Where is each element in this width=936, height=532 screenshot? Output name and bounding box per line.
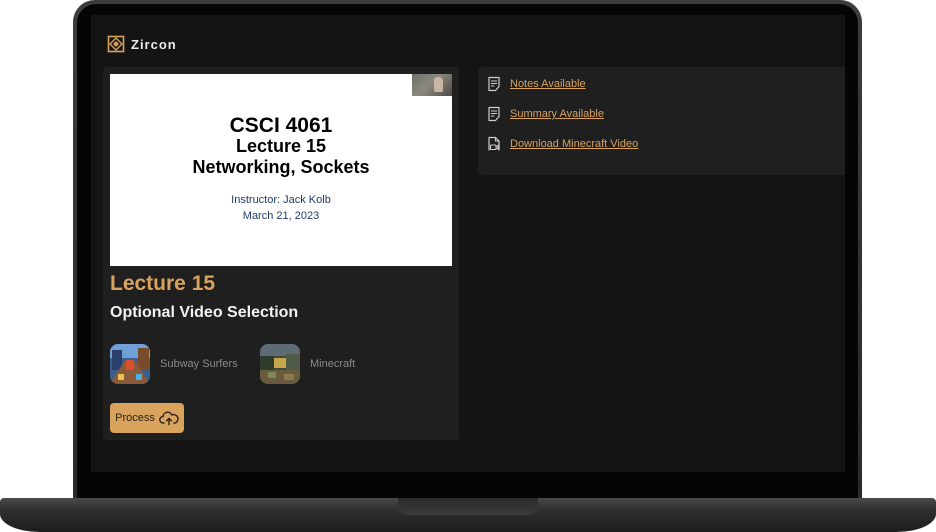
video-option-subway-surfers[interactable]: Subway Surfers <box>110 344 238 384</box>
video-selection-title: Optional Video Selection <box>110 304 299 321</box>
slide-course: CSCI 4061 <box>229 114 333 137</box>
process-button-label: Process <box>115 412 155 424</box>
resources-card: Notes Available Summary Available Downlo… <box>478 67 845 175</box>
video-option-label: Minecraft <box>310 358 356 370</box>
notes-link-row: Notes Available <box>487 76 586 92</box>
summary-link-row: Summary Available <box>487 106 604 122</box>
instructor-webcam-thumbnail <box>412 74 452 96</box>
cloud-upload-icon <box>159 411 179 426</box>
app-name: Zircon <box>131 36 177 52</box>
slide-instructor: Instructor: Jack Kolb <box>231 194 331 206</box>
minecraft-thumbnail <box>260 344 300 384</box>
lecture-card: CSCI 4061 Lecture 15 Networking, Sockets… <box>103 67 459 440</box>
summary-icon <box>488 106 500 122</box>
laptop-mockup: Zircon CSCI 4061 Lecture 15 Networking, … <box>0 0 936 532</box>
zircon-logo-icon <box>107 35 125 53</box>
summary-link[interactable]: Summary Available <box>510 108 604 120</box>
notes-link[interactable]: Notes Available <box>510 78 586 90</box>
lecture-slide-preview: CSCI 4061 Lecture 15 Networking, Sockets… <box>110 74 452 266</box>
video-option-label: Subway Surfers <box>160 358 238 370</box>
video-file-icon <box>488 136 500 151</box>
slide-date: March 21, 2023 <box>242 210 320 222</box>
process-button[interactable]: Process <box>110 403 184 433</box>
subway-surfers-thumbnail <box>110 344 150 384</box>
notes-icon <box>488 76 500 92</box>
download-minecraft-video-link[interactable]: Download Minecraft Video <box>510 138 638 150</box>
slide-lecture: Lecture 15 <box>235 136 327 156</box>
video-option-minecraft[interactable]: Minecraft <box>260 344 355 384</box>
lecture-title: Lecture 15 <box>110 272 216 295</box>
laptop-base-notch <box>398 498 538 515</box>
app-logo[interactable]: Zircon <box>107 35 177 53</box>
app-screen: Zircon CSCI 4061 Lecture 15 Networking, … <box>91 15 845 472</box>
slide-topic: Networking, Sockets <box>192 157 370 177</box>
download-video-link-row: Download Minecraft Video <box>487 136 638 152</box>
